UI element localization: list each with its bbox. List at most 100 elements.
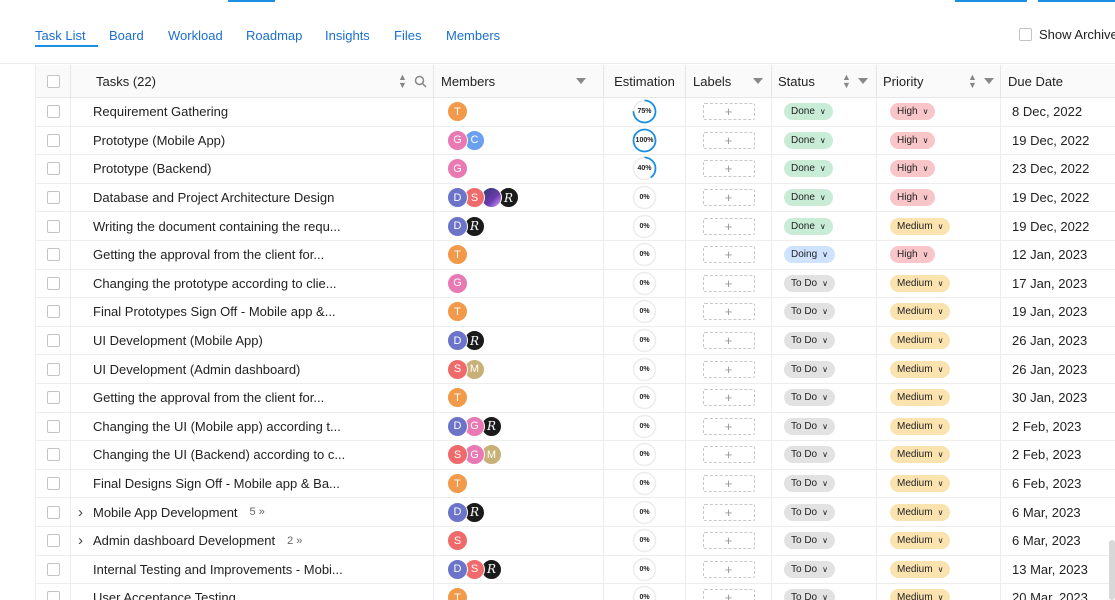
avatar[interactable]: S [447, 358, 468, 380]
due-date-cell[interactable]: 6 Mar, 2023 [1001, 498, 1115, 526]
priority-badge[interactable]: Medium ∨ [890, 389, 951, 407]
header-estimation[interactable]: Estimation [604, 65, 686, 98]
priority-badge[interactable]: High ∨ [890, 103, 936, 121]
status-badge[interactable]: Done ∨ [784, 189, 833, 207]
status-cell[interactable]: Done ∨ [772, 155, 877, 183]
task-name-cell[interactable]: Final Prototypes Sign Off - Mobile app &… [71, 298, 434, 326]
row-checkbox[interactable] [46, 276, 60, 290]
avatar[interactable]: D [447, 330, 468, 352]
priority-cell[interactable]: Medium ∨ [877, 412, 1001, 441]
task-name-cell[interactable]: › Mobile App Development 5 » [71, 498, 434, 526]
status-cell[interactable]: To Do ∨ [772, 355, 877, 383]
scrollbar[interactable] [1109, 540, 1115, 600]
task-name[interactable]: Final Prototypes Sign Off - Mobile app &… [93, 304, 336, 319]
avatar[interactable]: D [447, 187, 468, 209]
sort-icon[interactable]: ▲ ▼ [842, 73, 851, 90]
status-cell[interactable]: Done ∨ [772, 212, 877, 240]
task-name[interactable]: Internal Testing and Improvements - Mobi… [93, 562, 343, 577]
header-priority[interactable]: Priority ▲ ▼ [877, 65, 1001, 98]
add-label-button[interactable]: + [702, 532, 755, 550]
search-icon[interactable] [414, 75, 427, 88]
due-date-cell[interactable]: 2 Feb, 2023 [1001, 441, 1115, 469]
table-row[interactable]: › Admin dashboard Development 2 » S 0% + To Do… [36, 527, 1115, 556]
task-name-cell[interactable]: Database and Project Architecture Design [71, 183, 434, 212]
task-name[interactable]: Writing the document containing the requ… [93, 219, 341, 234]
status-cell[interactable]: To Do ∨ [772, 384, 877, 412]
filter-icon[interactable] [753, 78, 763, 84]
priority-cell[interactable]: High ∨ [877, 241, 1001, 269]
tab-members[interactable]: Members [446, 28, 500, 43]
avatar[interactable]: T [447, 244, 468, 266]
priority-badge[interactable]: High ∨ [890, 131, 936, 149]
priority-badge[interactable]: Medium ∨ [890, 560, 951, 578]
table-row[interactable]: UI Development (Admin dashboard) S M 0% + To … [36, 355, 1115, 384]
priority-cell[interactable]: Medium ∨ [877, 584, 1001, 600]
table-row[interactable]: Final Designs Sign Off - Mobile app & Ba… [36, 469, 1115, 499]
priority-cell[interactable]: Medium ∨ [877, 384, 1001, 412]
row-checkbox[interactable] [46, 419, 60, 433]
priority-badge[interactable]: Medium ∨ [890, 503, 951, 521]
priority-badge[interactable]: Medium ∨ [890, 417, 951, 435]
header-due-date[interactable]: Due Date [1001, 65, 1115, 98]
labels-cell[interactable]: + [686, 155, 772, 183]
status-badge[interactable]: To Do ∨ [784, 532, 835, 550]
task-name-cell[interactable]: Writing the document containing the requ… [71, 212, 434, 240]
add-label-button[interactable]: + [702, 446, 755, 464]
show-archived-checkbox[interactable] [1019, 28, 1032, 41]
status-cell[interactable]: To Do ∨ [772, 412, 877, 441]
add-label-button[interactable]: + [702, 217, 755, 235]
status-badge[interactable]: To Do ∨ [784, 389, 835, 407]
labels-cell[interactable]: + [686, 555, 772, 584]
priority-cell[interactable]: Medium ∨ [877, 469, 1001, 498]
due-date-cell[interactable]: 17 Jan, 2023 [1001, 270, 1115, 298]
task-name-cell[interactable]: User Acceptance Testing [71, 584, 434, 600]
status-badge[interactable]: To Do ∨ [784, 303, 835, 321]
add-label-button[interactable]: + [702, 189, 755, 207]
members-cell[interactable]: DSR [434, 183, 604, 212]
due-date-cell[interactable]: 2 Feb, 2023 [1001, 413, 1115, 441]
task-name-cell[interactable]: Getting the approval from the client for… [71, 384, 434, 412]
add-label-button[interactable]: + [702, 160, 755, 178]
row-checkbox[interactable] [46, 477, 60, 491]
table-row[interactable]: Getting the approval from the client for… [36, 384, 1115, 413]
row-checkbox[interactable] [46, 391, 60, 405]
labels-cell[interactable]: + [686, 527, 772, 555]
priority-cell[interactable]: High ∨ [877, 183, 1001, 212]
status-badge[interactable]: To Do ∨ [784, 503, 835, 521]
status-cell[interactable]: To Do ∨ [772, 527, 877, 555]
due-date-cell[interactable]: 30 Jan, 2023 [1001, 384, 1115, 412]
task-name[interactable]: Requirement Gathering [93, 104, 228, 119]
task-name[interactable]: Getting the approval from the client for… [93, 390, 324, 405]
subtask-count[interactable]: 2 » [287, 535, 302, 547]
table-row[interactable]: Changing the UI (Mobile app) according t… [36, 412, 1115, 442]
row-checkbox[interactable] [46, 534, 60, 548]
select-all-checkbox[interactable] [46, 75, 60, 88]
labels-cell[interactable]: + [686, 469, 772, 498]
due-date-cell[interactable]: 6 Mar, 2023 [1001, 527, 1115, 555]
status-cell[interactable]: To Do ∨ [772, 441, 877, 469]
table-row[interactable]: Internal Testing and Improvements - Mobi… [36, 555, 1115, 585]
table-row[interactable]: UI Development (Mobile App) D R 0% + To Do ∨ Me… [36, 326, 1115, 356]
due-date-cell[interactable]: 26 Jan, 2023 [1001, 355, 1115, 383]
status-badge[interactable]: To Do ∨ [784, 560, 835, 578]
labels-cell[interactable]: + [686, 298, 772, 326]
labels-cell[interactable]: + [686, 441, 772, 469]
priority-cell[interactable]: High ∨ [877, 98, 1001, 126]
task-name[interactable]: Getting the approval from the client for… [93, 247, 324, 262]
task-name[interactable]: Changing the UI (Backend) according to c… [93, 447, 345, 462]
labels-cell[interactable]: + [686, 212, 772, 240]
tab-workload[interactable]: Workload [168, 28, 223, 43]
table-row[interactable]: Database and Project Architecture Design… [36, 183, 1115, 213]
status-cell[interactable]: Done ∨ [772, 98, 877, 126]
priority-cell[interactable]: High ∨ [877, 155, 1001, 183]
task-name[interactable]: User Acceptance Testing [93, 590, 236, 600]
task-name-cell[interactable]: Final Designs Sign Off - Mobile app & Ba… [71, 469, 434, 498]
avatar[interactable]: D [447, 558, 468, 580]
status-badge[interactable]: To Do ∨ [784, 360, 835, 378]
task-name[interactable]: Admin dashboard Development [93, 533, 275, 548]
task-name-cell[interactable]: Internal Testing and Improvements - Mobi… [71, 555, 434, 584]
tab-roadmap[interactable]: Roadmap [246, 28, 302, 43]
status-badge[interactable]: Done ∨ [784, 160, 833, 178]
task-name[interactable]: Final Designs Sign Off - Mobile app & Ba… [93, 476, 340, 491]
show-archived-toggle[interactable]: Show Archived [1019, 27, 1115, 42]
